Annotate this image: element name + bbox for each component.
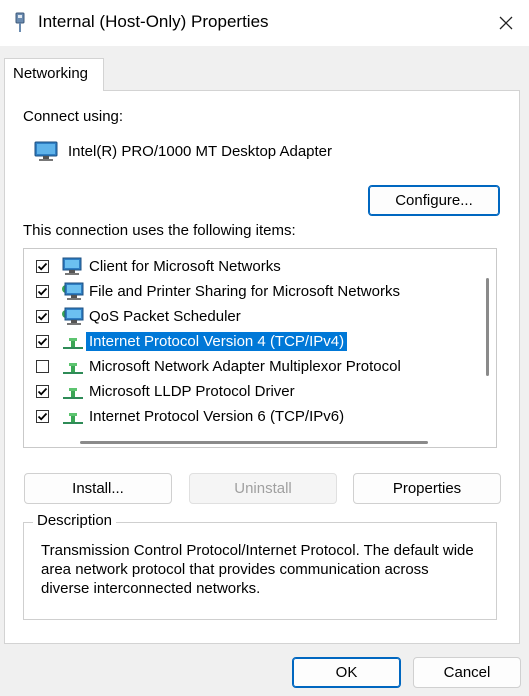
item-checkbox[interactable] bbox=[36, 360, 49, 373]
configure-button[interactable]: Configure... bbox=[368, 185, 500, 216]
item-checkbox[interactable] bbox=[36, 285, 49, 298]
items-list-label: This connection uses the following items… bbox=[23, 222, 296, 239]
protocol-icon bbox=[61, 382, 85, 402]
window-title: Internal (Host-Only) Properties bbox=[38, 12, 269, 31]
description-text: Transmission Control Protocol/Internet P… bbox=[41, 542, 474, 597]
list-item[interactable]: Microsoft Network Adapter Multiplexor Pr… bbox=[24, 355, 484, 380]
horizontal-scrollbar[interactable] bbox=[80, 441, 428, 444]
network-connection-icon bbox=[12, 12, 28, 34]
list-item[interactable]: Internet Protocol Version 4 (TCP/IPv4) bbox=[24, 330, 484, 355]
description-title: Description bbox=[33, 512, 117, 529]
network-service-icon bbox=[61, 282, 85, 302]
tab-networking[interactable]: Networking bbox=[4, 58, 104, 91]
uninstall-button[interactable]: Uninstall bbox=[189, 473, 337, 504]
item-checkbox[interactable] bbox=[36, 310, 49, 323]
item-checkbox[interactable] bbox=[36, 335, 49, 348]
item-label: Internet Protocol Version 4 (TCP/IPv4) bbox=[84, 331, 349, 352]
protocol-icon bbox=[61, 332, 85, 352]
list-item[interactable]: QoS Packet Scheduler bbox=[24, 305, 484, 330]
properties-button[interactable]: Properties bbox=[353, 473, 501, 504]
install-button[interactable]: Install... bbox=[24, 473, 172, 504]
protocol-icon bbox=[61, 407, 85, 427]
cancel-button[interactable]: Cancel bbox=[413, 657, 521, 688]
item-label: Client for Microsoft Networks bbox=[89, 258, 281, 275]
item-checkbox[interactable] bbox=[36, 410, 49, 423]
network-adapter-icon bbox=[34, 140, 60, 162]
vertical-scrollbar[interactable] bbox=[486, 278, 489, 376]
item-label: File and Printer Sharing for Microsoft N… bbox=[89, 283, 400, 300]
item-label: Internet Protocol Version 6 (TCP/IPv6) bbox=[89, 408, 345, 425]
item-checkbox[interactable] bbox=[36, 385, 49, 398]
adapter-name: Intel(R) PRO/1000 MT Desktop Adapter bbox=[68, 143, 333, 160]
item-label: QoS Packet Scheduler bbox=[89, 308, 241, 325]
protocol-icon bbox=[61, 357, 85, 377]
close-icon bbox=[499, 16, 513, 30]
connect-using-label: Connect using: bbox=[23, 108, 124, 125]
network-service-icon bbox=[61, 307, 85, 327]
tab-networking-label: Networking bbox=[13, 65, 89, 82]
item-label: Microsoft LLDP Protocol Driver bbox=[89, 383, 295, 400]
list-item[interactable]: File and Printer Sharing for Microsoft N… bbox=[24, 280, 484, 305]
network-client-icon bbox=[61, 257, 85, 277]
list-item[interactable]: Internet Protocol Version 6 (TCP/IPv6) bbox=[24, 405, 484, 430]
list-item[interactable]: Microsoft LLDP Protocol Driver bbox=[24, 380, 484, 405]
items-listbox[interactable]: Client for Microsoft Networks File and P… bbox=[23, 248, 497, 448]
title-bar: Internal (Host-Only) Properties bbox=[0, 0, 529, 46]
item-label: Microsoft Network Adapter Multiplexor Pr… bbox=[89, 358, 401, 375]
close-button[interactable] bbox=[483, 0, 529, 46]
item-checkbox[interactable] bbox=[36, 260, 49, 273]
list-item[interactable]: Client for Microsoft Networks bbox=[24, 255, 484, 280]
ok-button[interactable]: OK bbox=[292, 657, 401, 688]
